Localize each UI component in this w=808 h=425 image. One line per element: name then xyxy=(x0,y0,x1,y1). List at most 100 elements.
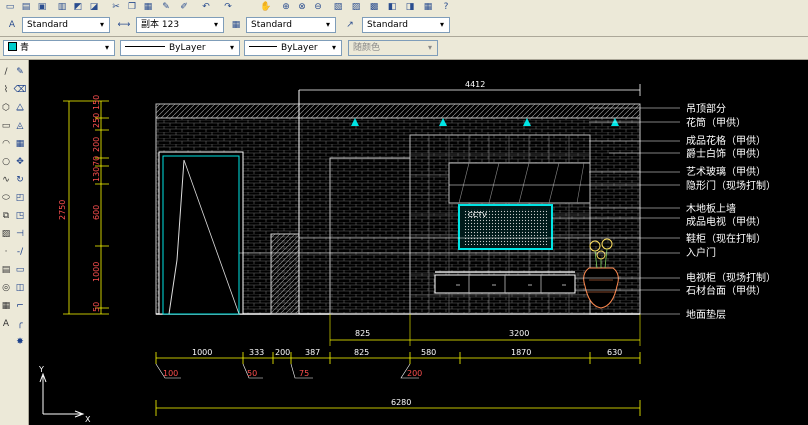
drawing-canvas[interactable]: CCTV 4412 2750 150 250 200 70 130 600 10… xyxy=(29,60,808,425)
new-icon[interactable]: ▭ xyxy=(4,1,16,13)
svg-text:130: 130 xyxy=(92,167,101,182)
draw-circle-icon[interactable]: ○ xyxy=(0,156,12,168)
open-icon[interactable]: ▤ xyxy=(20,1,32,13)
table-icon[interactable]: ▦ xyxy=(0,300,12,312)
leader-marks: 100 50 75 200 xyxy=(155,363,422,379)
dim-style-icon[interactable]: ⟷ xyxy=(118,19,131,31)
design-center-icon[interactable]: ▨ xyxy=(350,1,362,13)
properties-icon[interactable]: ▧ xyxy=(332,1,344,13)
svg-text:387: 387 xyxy=(305,348,320,357)
multileader-style-icon[interactable]: ↗ xyxy=(344,19,356,31)
hatch-icon[interactable]: ▤ xyxy=(0,264,12,276)
mtext-icon[interactable]: A xyxy=(0,318,12,330)
explode-icon[interactable]: ✸ xyxy=(14,336,26,348)
plotstyle-value: 随颜色 xyxy=(353,43,381,53)
zoom-previous-icon[interactable]: ⊖ xyxy=(312,1,324,13)
svg-text:地面垫层: 地面垫层 xyxy=(686,308,726,321)
svg-text:630: 630 xyxy=(607,348,622,357)
text-style-select[interactable]: Standard ▾ xyxy=(22,17,110,33)
svg-text:爵士白饰（甲供）: 爵士白饰（甲供） xyxy=(686,147,766,160)
styles-toolbar: A Standard ▾ ⟷ 副本 123 ▾ ▦ Standard ▾ ↗ S… xyxy=(0,14,808,37)
undo-icon[interactable]: ↶ xyxy=(200,1,212,13)
make-block-icon[interactable]: ▨ xyxy=(0,228,12,240)
offset-icon[interactable]: ◬ xyxy=(14,120,26,132)
art-glass-panel xyxy=(448,162,591,204)
svg-text:50: 50 xyxy=(247,369,257,378)
trim-icon[interactable]: ⊣ xyxy=(14,228,26,240)
zoom-realtime-icon[interactable]: ⊕ xyxy=(280,1,292,13)
dim-825-upper: 825 xyxy=(355,329,370,338)
text-style-icon[interactable]: A xyxy=(6,19,18,31)
print-icon[interactable]: ▥ xyxy=(56,1,68,13)
draw-ellipse-icon[interactable]: ⬭ xyxy=(0,192,12,204)
point-icon[interactable]: · xyxy=(0,246,12,258)
move-icon[interactable]: ✥ xyxy=(14,156,26,168)
svg-text:50: 50 xyxy=(92,302,101,312)
chevron-down-icon: ▾ xyxy=(325,20,330,29)
table-style-icon[interactable]: ▦ xyxy=(230,19,242,31)
match-icon[interactable]: ✎ xyxy=(160,1,172,13)
extend-icon[interactable]: -/ xyxy=(14,246,26,258)
cut-icon[interactable]: ✂ xyxy=(110,1,122,13)
svg-text:木地板上墙: 木地板上墙 xyxy=(686,202,736,215)
zoom-window-icon[interactable]: ⊗ xyxy=(296,1,308,13)
draw-line-icon[interactable]: / xyxy=(0,66,12,78)
draw-rect-icon[interactable]: ▭ xyxy=(0,120,12,132)
array-icon[interactable]: ▦ xyxy=(14,138,26,150)
plotstyle-select[interactable]: 随颜色 ▾ xyxy=(348,40,438,56)
copy-icon[interactable]: ❐ xyxy=(126,1,138,13)
autocad-window: ▭ ▤ ▣ ▥ ◩ ◪ ✂ ❐ ▦ ✎ ✐ ↶ ↷ ✋ ⊕ ⊗ ⊖ ▧ ▨ ▩ … xyxy=(0,0,808,425)
draw-arc-icon[interactable]: ◠ xyxy=(0,138,12,150)
svg-text:1870: 1870 xyxy=(511,348,531,357)
rotate-icon[interactable]: ↻ xyxy=(14,174,26,186)
help-icon[interactable]: ? xyxy=(440,1,452,13)
svg-text:石材台面（甲供）: 石材台面（甲供） xyxy=(686,284,766,297)
sheet-set-icon[interactable]: ◧ xyxy=(386,1,398,13)
svg-text:花筒（甲供）: 花筒（甲供） xyxy=(686,116,746,129)
break-icon[interactable]: ▭ xyxy=(14,264,26,276)
elevation-drawing: CCTV 4412 2750 150 250 200 70 130 600 10… xyxy=(38,80,776,424)
calc-icon[interactable]: ▦ xyxy=(422,1,434,13)
svg-text:入户门: 入户门 xyxy=(686,246,716,259)
dim-style-select[interactable]: 副本 123 ▾ xyxy=(136,17,224,33)
scale-icon[interactable]: ◰ xyxy=(14,192,26,204)
chevron-down-icon: ▾ xyxy=(439,20,444,29)
draw-polygon-icon[interactable]: ⬡ xyxy=(0,102,12,114)
draw-spline-icon[interactable]: ∿ xyxy=(0,174,12,186)
text-style-value: Standard xyxy=(27,20,68,30)
bottom-dims: 1000 333 200 387 825 580 1870 630 xyxy=(192,348,622,357)
erase-icon[interactable]: ⌫ xyxy=(14,84,27,96)
publish-icon[interactable]: ◪ xyxy=(88,1,100,13)
tv-logo: CCTV xyxy=(468,211,487,219)
chevron-down-icon: ▾ xyxy=(213,20,218,29)
layer-select[interactable]: 青 ▾ xyxy=(3,40,115,56)
insert-block-icon[interactable]: ⧉ xyxy=(0,210,12,222)
fillet-icon[interactable]: ╭ xyxy=(14,318,26,330)
tool-palette-icon[interactable]: ▩ xyxy=(368,1,380,13)
shoe-cabinet xyxy=(270,233,300,315)
svg-text:X: X xyxy=(85,415,91,424)
draw-pline-icon[interactable]: ⌇ xyxy=(0,84,12,96)
preview-icon[interactable]: ◩ xyxy=(72,1,84,13)
table-style-select[interactable]: Standard ▾ xyxy=(246,17,336,33)
svg-text:成品花格（甲供）: 成品花格（甲供） xyxy=(686,134,766,147)
linetype-select[interactable]: ByLayer ▾ xyxy=(120,40,240,56)
mirror-icon[interactable]: ⧋ xyxy=(14,102,26,114)
join-icon[interactable]: ◫ xyxy=(14,282,26,294)
paste-icon[interactable]: ▦ xyxy=(142,1,154,13)
chamfer-icon[interactable]: ⌐ xyxy=(14,300,26,312)
region-icon[interactable]: ◎ xyxy=(0,282,12,294)
brush-icon[interactable]: ✐ xyxy=(178,1,190,13)
markup-icon[interactable]: ◨ xyxy=(404,1,416,13)
redo-icon[interactable]: ↷ xyxy=(222,1,234,13)
multileader-style-select[interactable]: Standard ▾ xyxy=(362,17,450,33)
lineweight-select[interactable]: ByLayer ▾ xyxy=(244,40,342,56)
chevron-down-icon: ▾ xyxy=(104,43,109,52)
stretch-icon[interactable]: ◳ xyxy=(14,210,26,222)
save-icon[interactable]: ▣ xyxy=(36,1,48,13)
svg-text:1000: 1000 xyxy=(92,262,101,282)
pencil-icon[interactable]: ✎ xyxy=(14,66,26,78)
pan-icon[interactable]: ✋ xyxy=(260,1,272,13)
modify-palette: ✎ ⌫ ⧋ ◬ ▦ ✥ ↻ ◰ ◳ ⊣ -/ ▭ ◫ ⌐ ╭ ✸ / ⌇ ⬡ ▭… xyxy=(0,60,29,425)
svg-text:1000: 1000 xyxy=(192,348,212,357)
